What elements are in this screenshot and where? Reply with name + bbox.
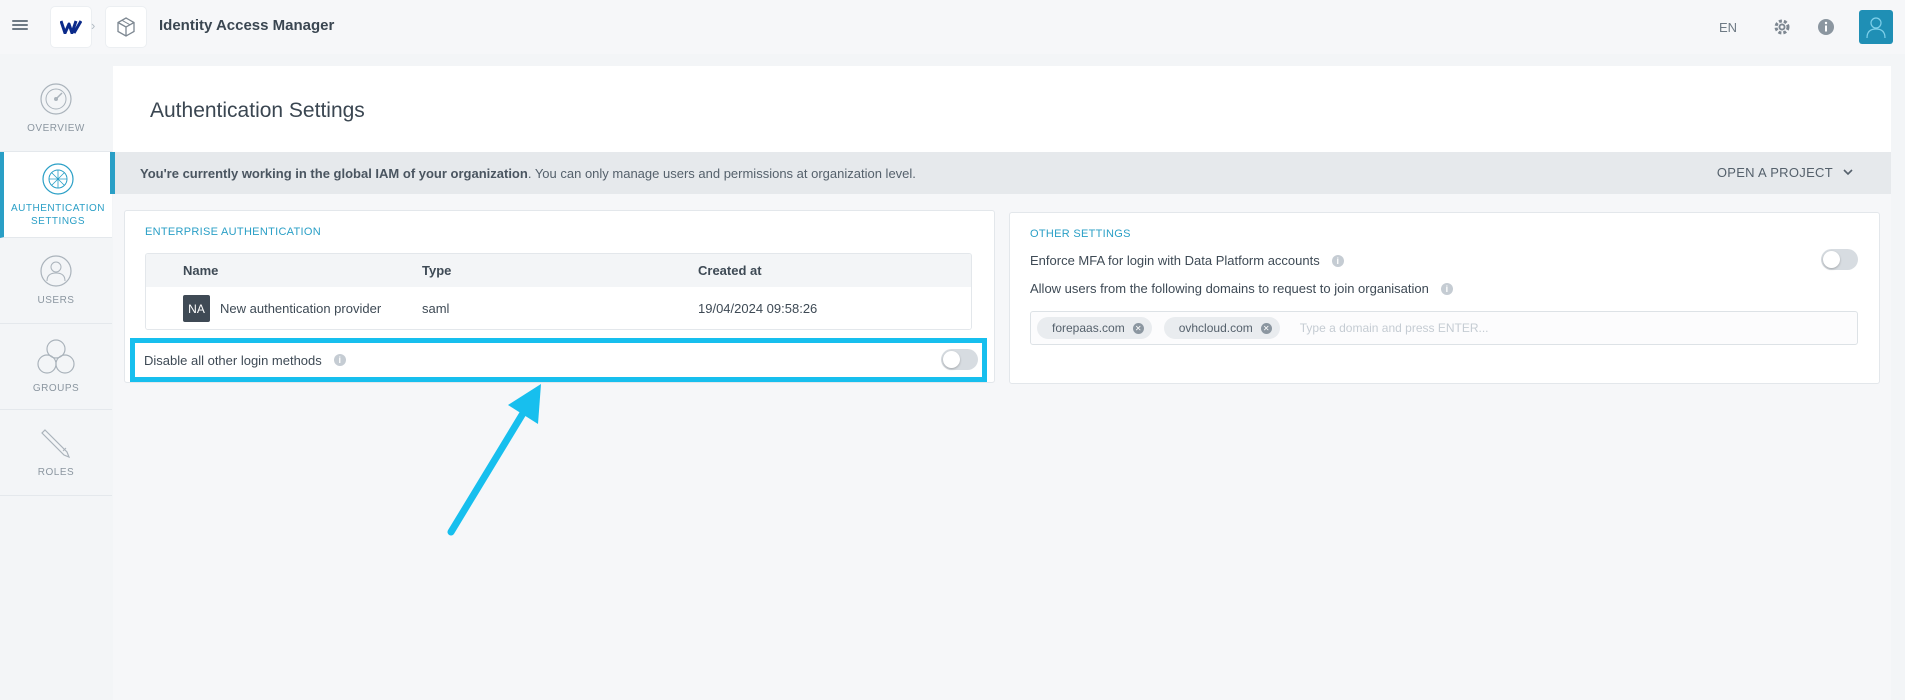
card-title: OTHER SETTINGS [1030,228,1131,240]
table-row[interactable]: NA New authentication provider saml 19/0… [146,287,971,329]
top-bar: › Identity Access Manager EN [0,0,1905,54]
info-icon[interactable] [1815,16,1837,38]
chevron-down-icon [1843,169,1853,176]
sidebar-item-label: AUTHENTICATION SETTINGS [10,202,106,227]
provider-name: New authentication provider [220,301,382,316]
disable-login-methods-row: Disable all other login methods i [130,338,987,382]
user-icon [40,255,72,287]
provider-badge: NA [183,295,210,322]
provider-type: saml [422,301,450,316]
domains-input-box[interactable]: forepaas.com ✕ ovhcloud.com ✕ [1030,311,1858,345]
mfa-label: Enforce MFA for login with Data Platform… [1030,253,1320,268]
domains-label: Allow users from the following domains t… [1030,281,1429,296]
main-panel: Authentication Settings You're currently… [110,66,1891,700]
other-settings-card: OTHER SETTINGS Enforce MFA for login wit… [1009,212,1880,384]
notice-text: . You can only manage users and permissi… [527,165,916,181]
group-icon [37,339,75,374]
notice-bold-text: You're currently working in the global I… [140,165,528,181]
mfa-setting: Enforce MFA for login with Data Platform… [1030,253,1344,268]
page-title: Authentication Settings [150,99,365,122]
ovhcloud-logo[interactable] [51,7,91,47]
menu-icon[interactable] [12,18,28,34]
sidebar-item-authentication-settings[interactable]: AUTHENTICATION SETTINGS [0,152,112,238]
domain-chip: forepaas.com ✕ [1037,317,1152,339]
organization-notice: You're currently working in the global I… [110,152,1891,194]
providers-table: Name Type Created at NA New authenticati… [145,253,972,330]
sidebar-item-label: ROLES [37,467,75,478]
sidebar-item-label: USERS [37,295,75,306]
provider-name-cell: NA New authentication provider [146,295,422,322]
sidebar: OVERVIEW AUTHENTICATION SETTINGS USERS G… [0,66,112,496]
domain-chip-label: ovhcloud.com [1178,321,1253,335]
info-icon[interactable]: i [1331,254,1344,267]
disable-login-methods-label: Disable all other login methods [144,352,322,368]
app-title: Identity Access Manager [159,17,335,34]
gear-icon[interactable] [1771,16,1793,38]
info-icon[interactable]: i [1440,282,1453,295]
column-header-name: Name [183,263,219,278]
sidebar-item-label: GROUPS [32,383,80,394]
disable-login-methods-toggle[interactable] [941,349,978,370]
mfa-toggle[interactable] [1821,249,1858,270]
top-right-controls: EN [1719,8,1893,46]
gauge-icon [40,83,72,115]
info-icon[interactable]: i [333,354,346,366]
card-title: ENTERPRISE AUTHENTICATION [145,226,321,238]
column-header-created: Created at [698,263,762,278]
sidebar-item-users[interactable]: USERS [0,238,112,324]
remove-icon[interactable]: ✕ [1260,322,1272,334]
domain-chip: ovhcloud.com ✕ [1163,317,1280,339]
breadcrumb-separator: › [91,18,96,33]
remove-icon[interactable]: ✕ [1132,322,1144,334]
language-selector[interactable]: EN [1719,20,1737,35]
provider-created-at: 19/04/2024 09:58:26 [698,301,818,316]
domain-input[interactable] [1299,321,1800,335]
iam-cube-icon[interactable] [106,7,146,47]
table-header: Name Type Created at [146,254,971,287]
pencil-icon [41,429,71,459]
open-project-dropdown[interactable]: OPEN A PROJECT [1717,165,1853,180]
domains-setting: Allow users from the following domains t… [1030,281,1453,296]
domain-chip-label: forepaas.com [1052,321,1125,335]
sidebar-item-roles[interactable]: ROLES [0,410,112,496]
sidebar-item-overview[interactable]: OVERVIEW [0,66,112,152]
sidebar-item-label: OVERVIEW [27,123,85,134]
network-globe-icon [42,162,74,195]
avatar[interactable] [1859,10,1893,44]
open-project-label: OPEN A PROJECT [1716,165,1833,180]
column-header-type: Type [422,263,452,278]
enterprise-authentication-card: ENTERPRISE AUTHENTICATION Name Type Crea… [124,210,995,383]
sidebar-item-groups[interactable]: GROUPS [0,324,112,410]
